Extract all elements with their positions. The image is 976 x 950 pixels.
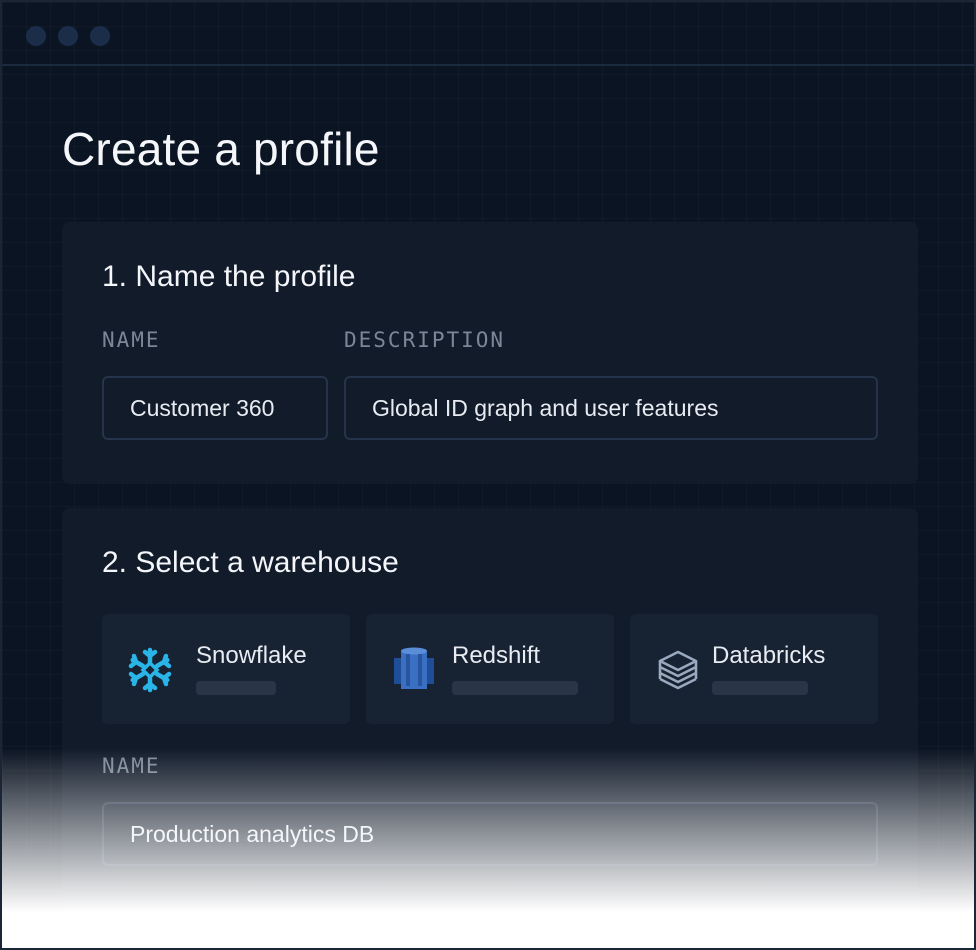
profile-name-input[interactable]: Customer 360: [102, 376, 328, 440]
snowflake-icon: [126, 646, 174, 694]
name-field-label: NAME: [102, 328, 161, 352]
warehouse-option-redshift[interactable]: Redshift: [366, 614, 614, 724]
section-title-name-profile: 1. Name the profile: [102, 260, 356, 293]
section-title-select-warehouse: 2. Select a warehouse: [102, 546, 399, 579]
warehouse-option-snowflake[interactable]: Snowflake: [102, 614, 350, 724]
warehouse-name: Databricks: [712, 642, 826, 669]
warehouse-option-databricks[interactable]: Databricks: [630, 614, 878, 724]
window-minimize-dot[interactable]: [58, 26, 78, 46]
page-title: Create a profile: [62, 123, 380, 175]
select-warehouse-card: 2. Select a warehouse Snowflake Redshift…: [62, 508, 918, 928]
databricks-icon: [654, 646, 702, 694]
placeholder-bar: [452, 681, 578, 695]
redshift-icon: [390, 646, 438, 694]
profile-description-input[interactable]: Global ID graph and user features: [344, 376, 878, 440]
warehouse-name-input[interactable]: Production analytics DB: [102, 802, 878, 866]
placeholder-bar: [712, 681, 808, 695]
name-profile-card: 1. Name the profile NAME DESCRIPTION Cus…: [62, 222, 918, 484]
warehouse-name: Redshift: [452, 642, 541, 669]
description-field-label: DESCRIPTION: [344, 328, 506, 352]
window-close-dot[interactable]: [26, 26, 46, 46]
window-maximize-dot[interactable]: [90, 26, 110, 46]
warehouse-name-field-label: NAME: [102, 754, 161, 778]
window-titlebar: [2, 2, 974, 66]
placeholder-bar: [196, 681, 276, 695]
app-window: Create a profile 1. Name the profile NAM…: [0, 0, 976, 950]
warehouse-name: Snowflake: [196, 642, 307, 669]
